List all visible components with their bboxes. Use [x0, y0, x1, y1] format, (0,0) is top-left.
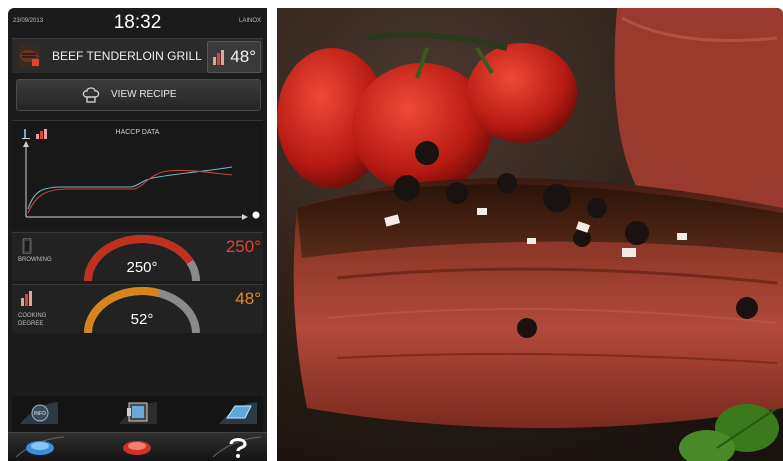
view-recipe-button[interactable]: VIEW RECIPE	[16, 79, 261, 111]
steak-photo	[277, 8, 783, 461]
status-brand: LAINOX	[238, 18, 261, 24]
haccp-axes	[23, 141, 248, 220]
tray-icon	[219, 402, 257, 424]
cooking-degree-gauge[interactable]: 52°	[82, 285, 202, 334]
haccp-end-dot	[252, 211, 260, 219]
haccp-title: HACCP DATA	[115, 129, 160, 136]
haccp-red-line	[27, 169, 233, 214]
cooking-degree-target[interactable]: 48°	[235, 289, 261, 309]
browning-label: BROWNING	[18, 257, 52, 263]
browning-row[interactable]: BROWNING 250° 250°	[12, 232, 263, 282]
help-icon	[212, 436, 262, 458]
start-icon	[123, 441, 151, 455]
nav-bar	[8, 432, 267, 461]
core-probe-icon	[212, 49, 228, 65]
cooking-degree-row[interactable]: COOKING DEGREE 52° 48°	[12, 284, 263, 334]
info-button[interactable]: INFO	[18, 398, 60, 426]
grill-recipe-icon	[17, 44, 41, 68]
browning-target[interactable]: 250°	[226, 237, 261, 257]
browning-current: 250°	[126, 259, 158, 276]
core-temp-button[interactable]: 48°	[207, 41, 261, 73]
status-bar: 23/09/2013 18:32 LAINOX	[8, 8, 267, 36]
main-steak	[293, 178, 783, 428]
haccp-blue-line	[27, 166, 233, 210]
tray-button[interactable]	[217, 398, 259, 426]
core-temp-value: 48°	[230, 47, 256, 66]
start-button[interactable]	[111, 435, 163, 459]
haccp-chart-panel[interactable]: HACCP DATA	[12, 120, 263, 229]
chef-hat-icon	[81, 85, 101, 105]
home-button[interactable]	[14, 435, 66, 459]
help-button[interactable]	[211, 435, 263, 459]
oven-control-panel: 23/09/2013 18:32 LAINOX BEEF TENDERLOIN …	[8, 8, 267, 461]
info-label: INFO	[34, 411, 46, 417]
info-icon: INFO	[20, 402, 58, 424]
oven-door-icon	[119, 402, 157, 424]
cooking-degree-label-1: COOKING	[18, 313, 47, 319]
cooking-degree-current: 52°	[130, 311, 154, 328]
cooking-degree-icon	[20, 290, 34, 306]
recipe-header[interactable]: BEEF TENDERLOIN GRILL 48°	[12, 38, 263, 73]
home-icon	[15, 436, 65, 458]
view-recipe-label: VIEW RECIPE	[111, 89, 177, 100]
oven-door-button[interactable]	[117, 398, 159, 426]
status-clock: 18:32	[113, 12, 162, 33]
cooking-degree-label-2: DEGREE	[18, 321, 44, 327]
browning-icon	[20, 237, 34, 255]
recipe-title: BEEF TENDERLOIN GRILL	[52, 49, 202, 63]
browning-gauge[interactable]: 250°	[82, 233, 202, 282]
tool-bar: INFO	[12, 396, 263, 432]
